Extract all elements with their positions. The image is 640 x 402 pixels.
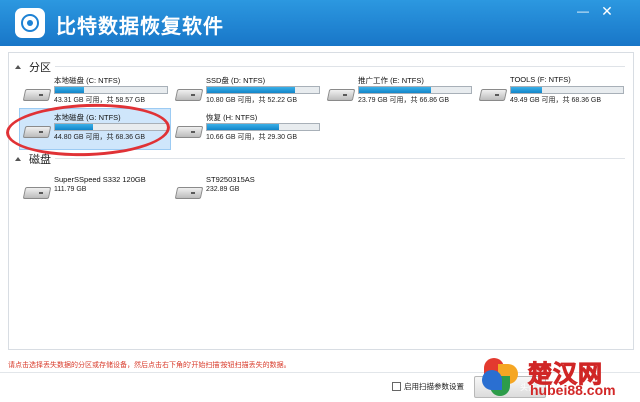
minimize-button[interactable]: — [574, 4, 592, 18]
usage-bar [206, 123, 320, 131]
hard-drive-icon [22, 184, 52, 199]
app-logo-icon [15, 8, 45, 38]
hard-drive-icon [174, 123, 204, 138]
partition-tile-e[interactable]: 推广工作 (E: NTFS) 23.79 GB 可用，共 66.86 GB [323, 71, 475, 113]
device-panel: 分区 本地磁盘 (C: NTFS) 43.31 GB 可用，共 58.57 GB… [8, 52, 634, 350]
scan-settings-option[interactable]: 启用扫描参数设置 [392, 381, 464, 392]
watermark-en-text: hubei88.com [530, 382, 616, 398]
collapse-arrow-icon [15, 65, 21, 69]
usage-bar [54, 86, 168, 94]
hard-drive-icon [478, 86, 508, 101]
hard-drive-icon [22, 86, 52, 101]
app-title: 比特数据恢复软件 [56, 16, 224, 38]
hard-drive-icon [174, 86, 204, 101]
usage-bar [358, 86, 472, 94]
usage-bar [206, 86, 320, 94]
scan-settings-checkbox[interactable] [392, 382, 401, 391]
instruction-hint: 请点击选择丢失数据的分区或存储设备，然后点击右下角的'开始扫描'按钮扫描丢失的数… [8, 362, 291, 369]
disk-tile-ssd[interactable]: SuperSSpeed S332 120GB 111.79 GB [19, 169, 171, 211]
usage-bar [510, 86, 624, 94]
hard-drive-icon [326, 86, 356, 101]
hard-drive-icon [174, 184, 204, 199]
watermark: 头条号 楚汉网 hubei88.com [480, 352, 640, 402]
partition-tile-h[interactable]: 恢复 (H: NTFS) 10.66 GB 可用，共 29.30 GB [171, 108, 323, 150]
close-button[interactable]: ✕ [598, 4, 616, 18]
partition-tile-f[interactable]: TOOLS (F: NTFS) 49.49 GB 可用，共 68.36 GB [475, 71, 627, 113]
partition-tile-d[interactable]: SSD盘 (D: NTFS) 10.80 GB 可用，共 52.22 GB [171, 71, 323, 113]
collapse-arrow-icon [15, 157, 21, 161]
disk-tile-hdd[interactable]: ST9250315AS 232.89 GB [171, 169, 323, 211]
watermark-logo-icon [480, 356, 520, 396]
title-bar: 比特数据恢复软件 — ✕ [0, 0, 640, 46]
